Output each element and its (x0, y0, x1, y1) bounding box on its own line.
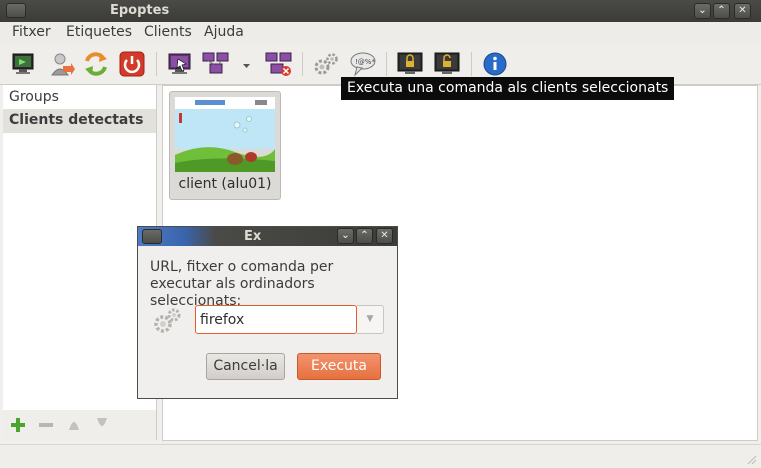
maximize-icon: ⌃ (360, 230, 369, 241)
maximize-button[interactable]: ⌃ (713, 3, 730, 19)
dialog-maximize-button[interactable]: ⌃ (356, 228, 373, 244)
window-menu-button[interactable] (6, 3, 26, 18)
stop-broadcast-icon (265, 52, 292, 76)
move-up-icon[interactable] (67, 417, 81, 431)
execute-command-dialog: Ex ⌄ ⌃ ✕ URL, fitxer o comanda per execu… (137, 226, 398, 399)
dropdown-arrow-icon (243, 64, 250, 68)
client-name: client (alu01) (178, 176, 272, 192)
svg-text:!@%*: !@%* (355, 58, 375, 66)
lock-screen-icon (397, 52, 423, 74)
stop-broadcast-button[interactable] (265, 50, 293, 78)
monitor-arrow-icon (168, 53, 191, 74)
monitor-login-icon (12, 53, 34, 74)
minimize-icon: ⌄ (698, 5, 707, 16)
menu-etiquetes[interactable]: Etiquetes (66, 24, 132, 40)
info-icon (483, 52, 507, 76)
execute-button[interactable]: Executa (297, 353, 381, 380)
cancel-button[interactable]: Cancel·la (206, 353, 285, 380)
logout-button[interactable] (48, 50, 76, 78)
menu-fitxer[interactable]: Fitxer (12, 24, 51, 40)
dialog-menu-button[interactable] (142, 229, 162, 244)
send-message-button[interactable]: !@%* (349, 50, 377, 78)
reboot-icon (85, 52, 107, 76)
user-logout-icon (51, 53, 75, 76)
window-titlebar[interactable]: Epoptes ⌄ ⌃ ✕ (0, 0, 761, 22)
toolbar-separator (386, 52, 387, 76)
statusbar (0, 444, 761, 468)
move-down-icon[interactable] (95, 417, 109, 431)
about-button[interactable] (482, 50, 510, 78)
login-button[interactable] (10, 50, 38, 78)
dialog-title: Ex (244, 229, 262, 244)
gears-icon (154, 308, 181, 333)
minimize-button[interactable]: ⌄ (694, 3, 711, 19)
groups-header: Groups (9, 89, 59, 105)
menubar: Fitxer Etiquetes Clients Ajuda (0, 22, 761, 45)
remote-assistance-button[interactable] (166, 50, 194, 78)
menu-clients[interactable]: Clients (144, 24, 192, 40)
close-icon: ✕ (380, 230, 389, 241)
chevron-down-icon: ▼ (366, 314, 374, 324)
unlock-screen-button[interactable] (433, 50, 461, 78)
execute-command-button[interactable] (312, 50, 340, 78)
group-actions-bar (3, 410, 156, 440)
minimize-icon: ⌄ (341, 230, 350, 241)
power-icon (119, 51, 145, 77)
toolbar-separator (156, 52, 157, 76)
sidebar-item-clients-detectats[interactable]: Clients detectats (3, 109, 156, 133)
menu-ajuda[interactable]: Ajuda (204, 24, 244, 40)
reboot-button[interactable] (82, 50, 110, 78)
dialog-close-button[interactable]: ✕ (376, 228, 393, 244)
lock-screen-button[interactable] (396, 50, 424, 78)
toolbar-separator (302, 52, 303, 76)
broadcast-dropdown-button[interactable] (238, 50, 254, 78)
command-input[interactable] (195, 305, 357, 334)
resize-grip-icon[interactable] (745, 453, 757, 465)
remove-group-icon[interactable] (39, 418, 53, 432)
close-icon: ✕ (738, 5, 747, 16)
window-title: Epoptes (110, 3, 170, 18)
unlock-screen-icon (434, 52, 460, 74)
groups-panel (3, 85, 157, 440)
sidebar-item-label: Clients detectats (9, 112, 144, 128)
close-button[interactable]: ✕ (734, 3, 751, 19)
dialog-prompt: URL, fitxer o comanda per executar als o… (150, 259, 334, 309)
toolbar-separator (471, 52, 472, 76)
client-screen-thumbnail (175, 97, 275, 172)
gears-icon (314, 53, 338, 75)
dialog-minimize-button[interactable]: ⌄ (337, 228, 354, 244)
command-history-dropdown[interactable]: ▼ (357, 305, 384, 334)
maximize-icon: ⌃ (717, 5, 726, 16)
shutdown-button[interactable] (118, 50, 146, 78)
broadcast-button[interactable] (202, 50, 230, 78)
tooltip: Executa una comanda als clients seleccio… (341, 77, 675, 100)
speech-bubble-icon: !@%* (350, 52, 376, 77)
client-item[interactable]: client (alu01) (169, 91, 281, 200)
dialog-titlebar[interactable]: Ex ⌄ ⌃ ✕ (138, 227, 397, 246)
add-group-icon[interactable] (11, 418, 25, 432)
broadcast-screen-icon (202, 52, 229, 74)
client-screenshot (175, 97, 275, 172)
